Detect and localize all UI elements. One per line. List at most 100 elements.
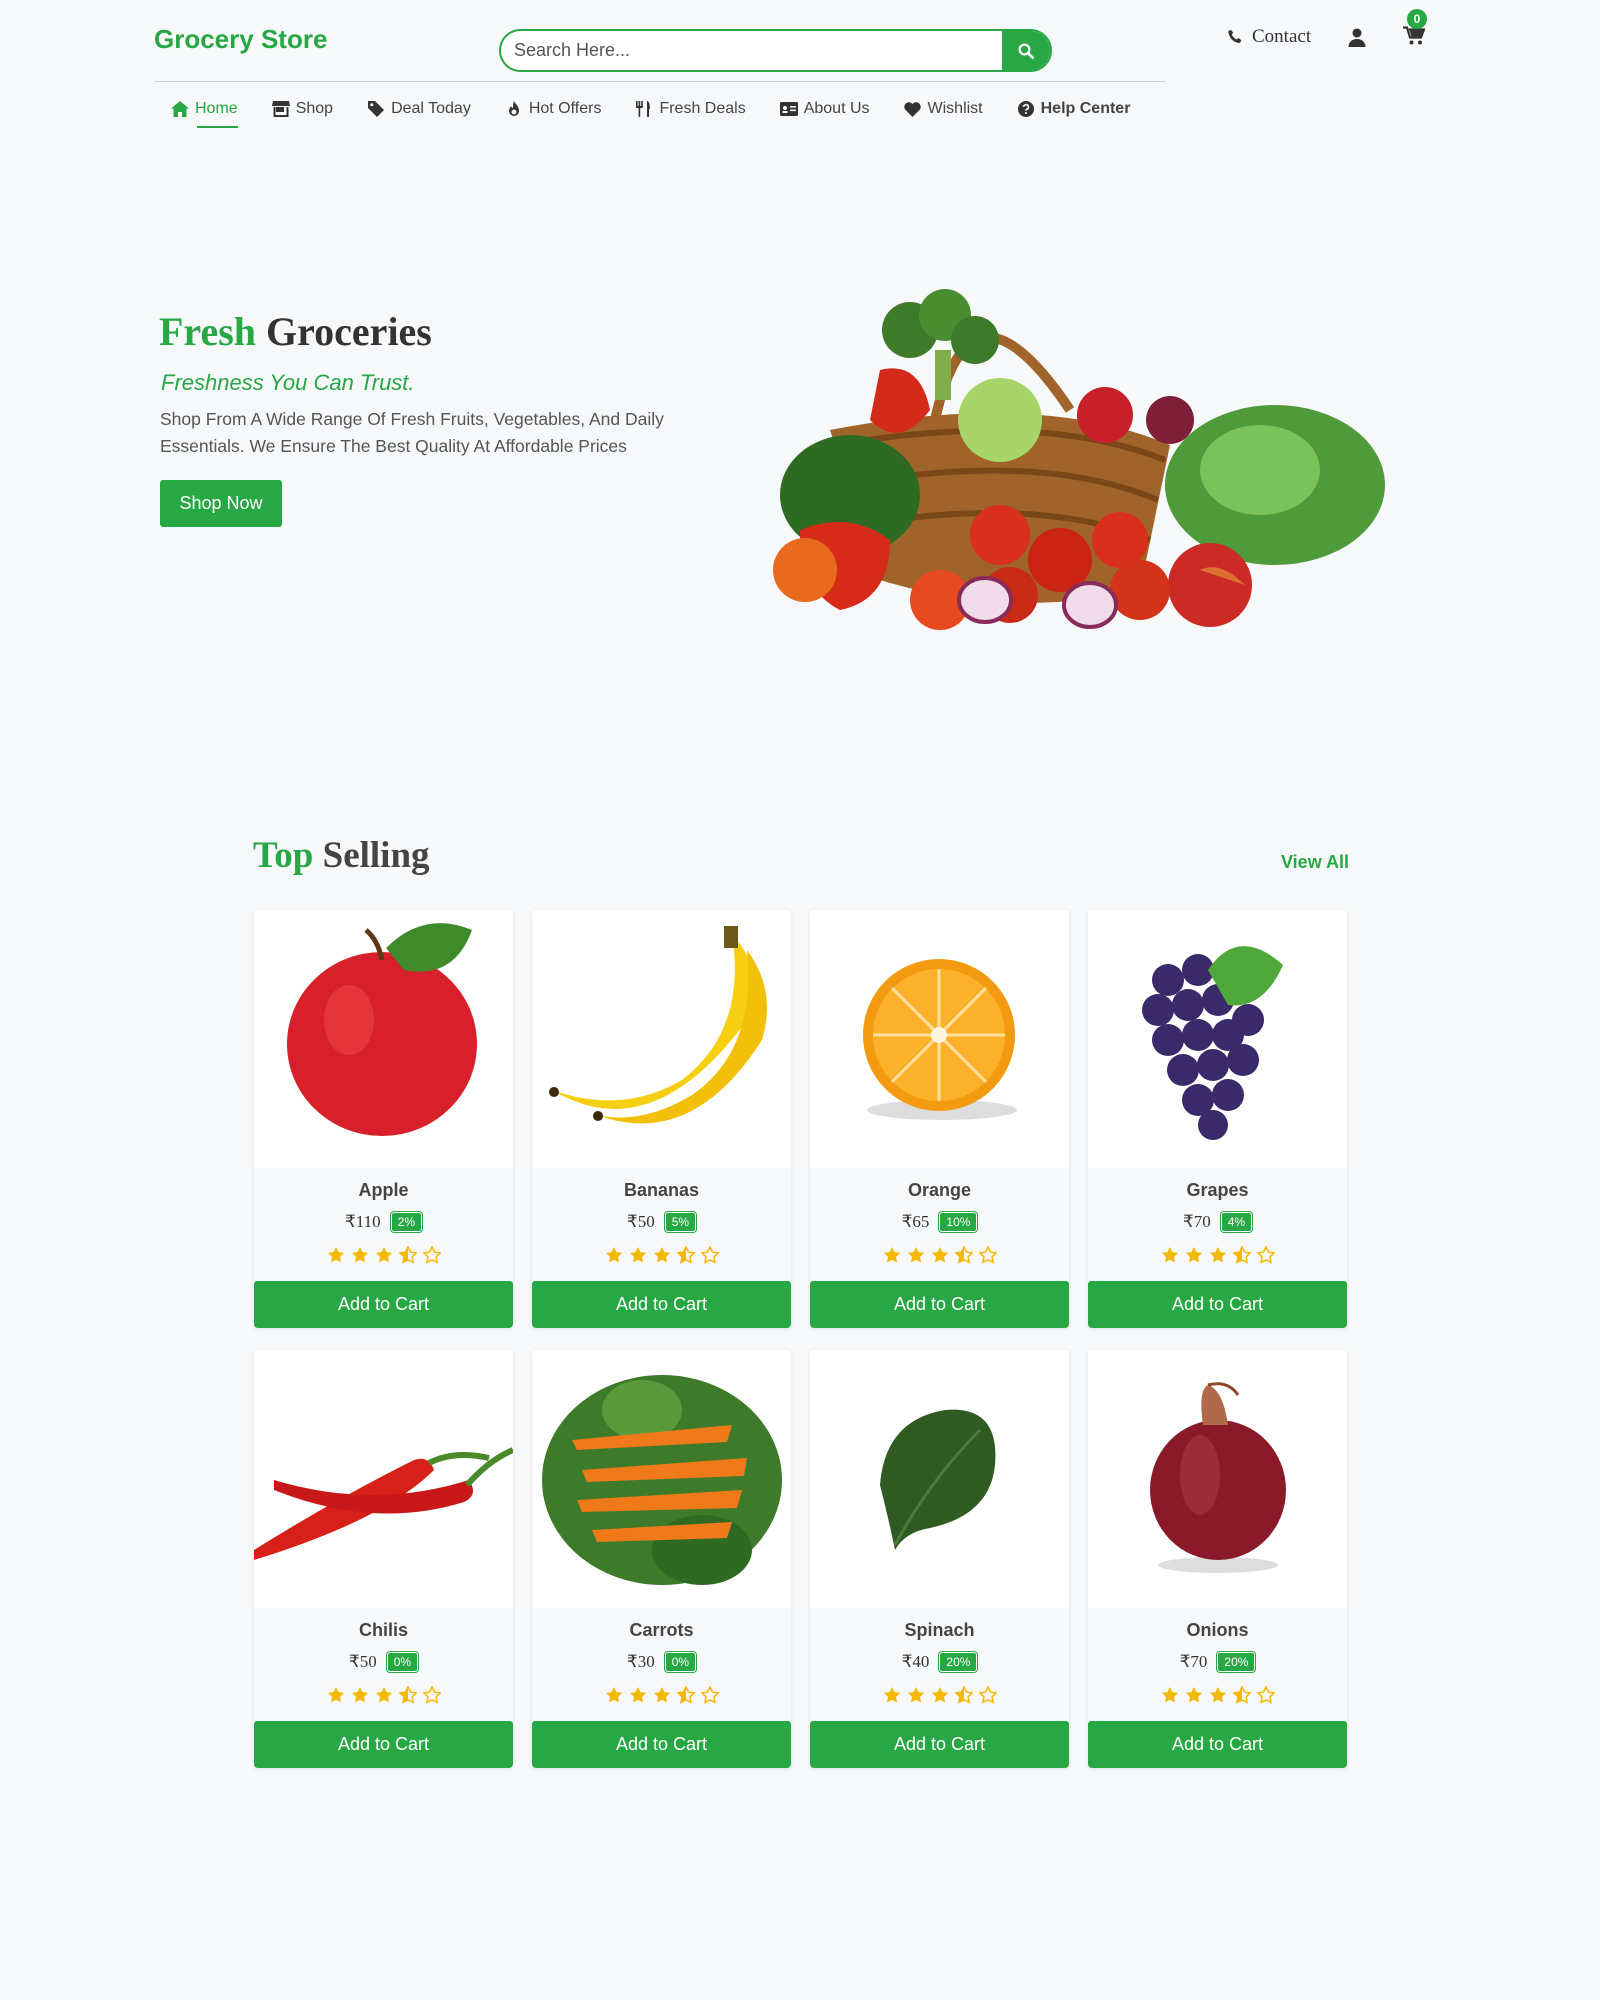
product-image[interactable] — [254, 1350, 513, 1608]
heart-icon — [904, 100, 922, 118]
main-nav: Home Shop Deal Today Hot Offers Fresh De… — [171, 100, 1164, 128]
product-price: ₹110 — [344, 1212, 381, 1231]
nav-item-wishlist[interactable]: Wishlist — [904, 100, 983, 122]
product-rating — [1088, 1245, 1347, 1269]
product-name[interactable]: Grapes — [1088, 1180, 1347, 1201]
product-card[interactable]: Onions ₹70 20% Add to Cart — [1088, 1350, 1347, 1768]
nav-label: Hot Offers — [528, 100, 602, 117]
star-empty-icon — [699, 1685, 720, 1709]
product-price-row: ₹40 20% — [810, 1651, 1069, 1673]
nav-item-about-us[interactable]: About Us — [779, 100, 870, 122]
tag-icon — [367, 100, 385, 118]
star-half-icon — [1231, 1245, 1252, 1269]
product-image[interactable] — [1088, 910, 1347, 1168]
star-icon — [653, 1246, 671, 1269]
product-image[interactable] — [254, 910, 513, 1168]
product-rating — [254, 1685, 513, 1709]
discount-badge: 20% — [938, 1651, 979, 1673]
star-icon — [605, 1246, 623, 1269]
product-name[interactable]: Chilis — [254, 1620, 513, 1641]
product-card[interactable]: Carrots ₹30 0% Add to Cart — [532, 1350, 791, 1768]
product-price-row: ₹110 2% — [254, 1211, 513, 1233]
product-name[interactable]: Bananas — [532, 1180, 791, 1201]
contact-link[interactable]: Contact — [1226, 26, 1311, 48]
cart-button[interactable] — [1403, 26, 1426, 51]
product-price: ₹50 — [626, 1212, 655, 1231]
add-to-cart-button[interactable]: Add to Cart — [810, 1281, 1069, 1328]
nav-label: Help Center — [1040, 100, 1131, 117]
product-price-row: ₹70 20% — [1088, 1651, 1347, 1673]
product-card[interactable]: Chilis ₹50 0% Add to Cart — [254, 1350, 513, 1768]
search-input[interactable] — [501, 31, 1004, 70]
product-image[interactable] — [810, 1350, 1069, 1608]
star-icon — [1209, 1686, 1227, 1709]
nav-label: About Us — [803, 100, 870, 117]
discount-badge: 5% — [663, 1211, 698, 1233]
nav-label: Fresh Deals — [659, 100, 746, 117]
product-name[interactable]: Orange — [810, 1180, 1069, 1201]
shop-now-button[interactable]: Shop Now — [160, 480, 282, 527]
product-card[interactable]: Spinach ₹40 20% Add to Cart — [810, 1350, 1069, 1768]
add-to-cart-button[interactable]: Add to Cart — [1088, 1721, 1347, 1768]
view-all-link[interactable]: View All — [1281, 852, 1349, 873]
star-empty-icon — [699, 1245, 720, 1269]
nav-item-shop[interactable]: Shop — [271, 100, 333, 122]
product-image[interactable] — [810, 910, 1069, 1168]
add-to-cart-button[interactable]: Add to Cart — [1088, 1281, 1347, 1328]
phone-icon — [1228, 29, 1242, 43]
add-to-cart-button[interactable]: Add to Cart — [810, 1721, 1069, 1768]
nav-label: Wishlist — [927, 100, 983, 117]
nav-item-hot-offers[interactable]: Hot Offers — [505, 100, 602, 122]
nav-label: Deal Today — [391, 100, 471, 117]
star-half-icon — [953, 1685, 974, 1709]
add-to-cart-button[interactable]: Add to Cart — [254, 1721, 513, 1768]
nav-item-help-center[interactable]: Help Center — [1017, 100, 1131, 122]
star-icon — [931, 1686, 949, 1709]
product-rating — [532, 1245, 791, 1269]
star-empty-icon — [977, 1245, 998, 1269]
hero-title-rest: Groceries — [266, 309, 432, 354]
product-price: ₹40 — [901, 1652, 930, 1671]
nav-item-fresh-deals[interactable]: Fresh Deals — [635, 100, 746, 122]
product-rating — [1088, 1685, 1347, 1709]
star-icon — [931, 1246, 949, 1269]
search-icon — [1018, 43, 1035, 59]
discount-badge: 10% — [938, 1211, 979, 1233]
star-icon — [883, 1246, 901, 1269]
product-name[interactable]: Onions — [1088, 1620, 1347, 1641]
product-price: ₹50 — [348, 1652, 377, 1671]
product-card[interactable]: Grapes ₹70 4% Add to Cart — [1088, 910, 1347, 1328]
star-half-icon — [953, 1245, 974, 1269]
star-icon — [375, 1686, 393, 1709]
product-name[interactable]: Apple — [254, 1180, 513, 1201]
product-image[interactable] — [532, 910, 791, 1168]
account-button[interactable] — [1348, 28, 1366, 53]
product-name[interactable]: Spinach — [810, 1620, 1069, 1641]
product-price-row: ₹70 4% — [1088, 1211, 1347, 1233]
add-to-cart-button[interactable]: Add to Cart — [532, 1281, 791, 1328]
search-button[interactable] — [1002, 31, 1050, 70]
star-icon — [1185, 1246, 1203, 1269]
product-image[interactable] — [532, 1350, 791, 1608]
add-to-cart-button[interactable]: Add to Cart — [254, 1281, 513, 1328]
add-to-cart-button[interactable]: Add to Cart — [532, 1721, 791, 1768]
product-image[interactable] — [1088, 1350, 1347, 1608]
star-empty-icon — [421, 1245, 442, 1269]
star-icon — [883, 1686, 901, 1709]
star-icon — [327, 1246, 345, 1269]
star-icon — [907, 1686, 925, 1709]
star-icon — [605, 1686, 623, 1709]
product-card[interactable]: Bananas ₹50 5% Add to Cart — [532, 910, 791, 1328]
star-half-icon — [675, 1245, 696, 1269]
site-logo[interactable]: Grocery Store — [154, 24, 327, 55]
product-name[interactable]: Carrots — [532, 1620, 791, 1641]
product-price: ₹65 — [901, 1212, 930, 1231]
product-card[interactable]: Apple ₹110 2% Add to Cart — [254, 910, 513, 1328]
hero-description: Shop From A Wide Range Of Fresh Fruits, … — [160, 409, 664, 456]
nav-item-home[interactable]: Home — [171, 100, 238, 128]
product-card[interactable]: Orange ₹65 10% Add to Cart — [810, 910, 1069, 1328]
contact-label: Contact — [1252, 26, 1312, 47]
id-card-icon — [779, 100, 798, 118]
question-circle-icon — [1017, 100, 1035, 118]
nav-item-deal-today[interactable]: Deal Today — [367, 100, 471, 122]
